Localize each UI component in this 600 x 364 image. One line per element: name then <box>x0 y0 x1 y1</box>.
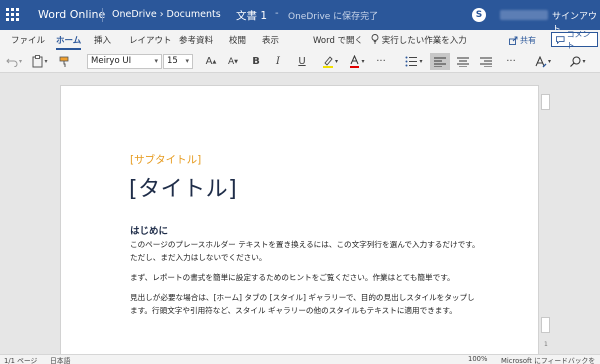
format-painter-icon <box>59 56 69 67</box>
bold-button[interactable]: B <box>248 53 264 70</box>
styles-button[interactable]: ▾ <box>532 53 554 70</box>
styles-icon <box>535 55 547 67</box>
highlighter-icon <box>322 56 333 68</box>
comment-margin-top <box>541 94 550 110</box>
paragraph-3[interactable]: 見出しが必要な場合は、[ホーム] タブの [スタイル] ギャラリーで、目的の見出… <box>130 292 482 317</box>
find-button[interactable]: ▾ <box>566 53 590 70</box>
shrink-font-button[interactable]: A ▼ <box>224 53 242 70</box>
comment-icon <box>556 35 565 44</box>
title-divider <box>102 8 103 22</box>
open-in-word-button[interactable]: Word で開く <box>313 34 363 46</box>
tell-me-label: 実行したい作業を入力 <box>381 36 467 46</box>
paste-button[interactable]: ▾ <box>29 53 51 70</box>
grow-font-button[interactable]: A ▲ <box>202 53 220 70</box>
page-number: 1 <box>544 341 548 348</box>
font-size-select[interactable]: 15 ▾ <box>163 54 193 69</box>
tab-review[interactable]: 校閲 <box>229 34 246 46</box>
breadcrumb-separator: › <box>159 9 164 20</box>
document-heading[interactable]: はじめに <box>130 223 168 237</box>
tab-home[interactable]: ホーム <box>56 34 82 50</box>
comment-margin-bottom <box>541 317 550 333</box>
paragraph-1[interactable]: このページのプレースホルダー テキストを置き換えるには、この文字列行を選んで入力… <box>130 239 482 264</box>
feedback-link[interactable]: Microsoft にフィードバックを送信 <box>501 355 600 364</box>
more-paragraph-options-button[interactable]: ··· <box>502 53 520 70</box>
highlight-button[interactable]: ▾ <box>318 53 342 70</box>
document-title-text[interactable]: [タイトル] <box>129 171 237 203</box>
underline-button[interactable]: U <box>294 53 310 70</box>
tab-file[interactable]: ファイル <box>11 34 45 46</box>
paragraph-2[interactable]: まず、レポートの書式を簡単に設定するためのヒントをご覧ください。作業はとても簡単… <box>130 272 482 285</box>
font-name-select[interactable]: Meiryo UI ▾ <box>87 54 162 69</box>
italic-button[interactable]: I <box>270 53 286 70</box>
tab-insert[interactable]: 挿入 <box>94 34 111 46</box>
breadcrumb-documents[interactable]: Documents <box>167 9 221 20</box>
comment-button[interactable]: コメント <box>551 30 598 50</box>
comment-label: コメント <box>566 29 591 50</box>
chevron-down-icon: ▾ <box>154 57 158 65</box>
breadcrumb: OneDrive › Documents <box>112 9 221 20</box>
document-title[interactable]: 文書 1 <box>236 8 267 23</box>
undo-button[interactable]: ▾ <box>4 53 24 70</box>
font-color-icon <box>350 55 360 68</box>
more-font-options-button[interactable]: ··· <box>372 53 390 70</box>
tab-references[interactable]: 参考資料 <box>179 34 213 46</box>
app-name[interactable]: Word Online <box>38 8 105 21</box>
home-toolbar: ▾ ▾ Meiryo UI ▾ 15 ▾ A ▲ A ▼ B I U ▾ ▾ ·… <box>0 50 600 73</box>
tab-layout[interactable]: レイアウト <box>129 34 172 46</box>
share-button[interactable]: 共有 <box>509 33 536 47</box>
align-left-button[interactable] <box>430 53 450 70</box>
bullets-button[interactable]: ▾ <box>402 53 426 70</box>
zoom-level[interactable]: 100% <box>468 355 487 363</box>
align-center-icon <box>457 57 469 67</box>
tab-view[interactable]: 表示 <box>262 34 279 46</box>
app-launcher-icon[interactable] <box>6 8 20 22</box>
font-size-value: 15 <box>167 56 178 66</box>
font-name-value: Meiryo UI <box>91 56 132 66</box>
user-name[interactable] <box>500 10 548 20</box>
format-painter-button[interactable] <box>56 53 74 70</box>
status-bar: 1/1 ページ 日本語 100% Microsoft にフィードバックを送信 <box>0 354 600 364</box>
search-icon <box>570 56 581 67</box>
skype-icon[interactable]: S <box>472 8 486 22</box>
lightbulb-icon <box>371 34 379 44</box>
align-left-icon <box>434 57 446 67</box>
document-subtitle[interactable]: [サブタイトル] <box>130 152 201 167</box>
page-count: 1/1 ページ <box>4 357 38 364</box>
title-dash: - <box>275 8 279 19</box>
breadcrumb-onedrive[interactable]: OneDrive <box>112 9 157 20</box>
share-label: 共有 <box>520 35 536 45</box>
font-color-button[interactable]: ▾ <box>345 53 369 70</box>
align-center-button[interactable] <box>453 53 473 70</box>
title-bar: Word Online OneDrive › Documents 文書 1 - … <box>0 0 600 35</box>
bullet-list-icon <box>405 56 418 67</box>
align-right-icon <box>480 57 492 67</box>
chevron-down-icon: ▾ <box>185 57 189 65</box>
grow-font-icon: A <box>205 56 213 67</box>
tell-me-box[interactable]: 実行したい作業を入力 <box>371 34 467 46</box>
share-icon <box>509 36 518 45</box>
undo-icon <box>6 58 18 67</box>
language-indicator[interactable]: 日本語 <box>50 355 70 364</box>
align-right-button[interactable] <box>476 53 496 70</box>
save-status: OneDrive に保存完了 <box>288 12 379 22</box>
clipboard-icon <box>32 55 43 68</box>
